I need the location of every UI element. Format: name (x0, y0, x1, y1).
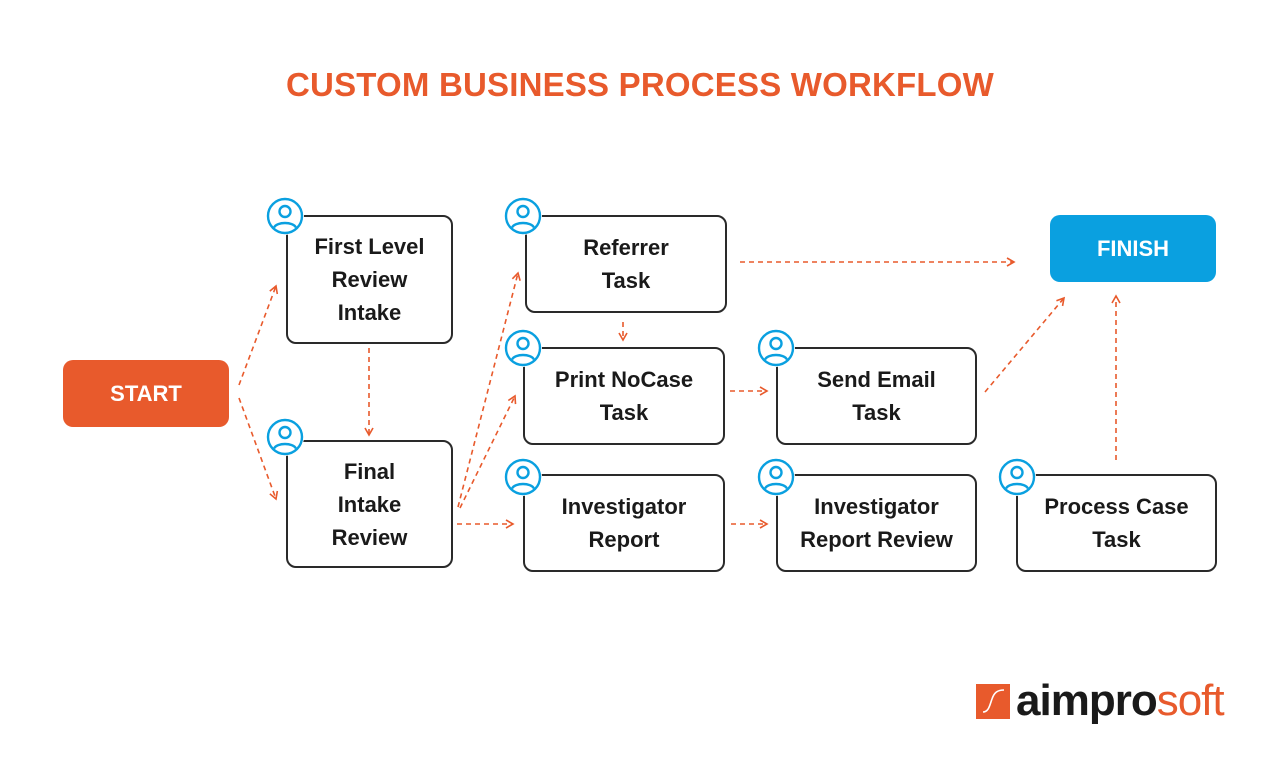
task-label: Final Intake Review (331, 458, 408, 550)
aimprosoft-logo: aimprosoft (976, 676, 1225, 725)
task-label: Send Email Task (817, 367, 936, 425)
task-send-email[interactable]: Send Email Task (776, 347, 977, 445)
user-icon (266, 418, 304, 456)
task-label: Process Case Task (1044, 494, 1189, 552)
logo-text-accent: soft (1156, 676, 1225, 725)
user-icon (504, 458, 542, 496)
aimprosoft-logo-mark-icon (976, 683, 1010, 719)
finish-label: FINISH (1096, 235, 1170, 261)
logo-text-dark: aimpro (1016, 676, 1158, 725)
user-icon (504, 197, 542, 235)
task-label: Referrer Task (583, 235, 669, 293)
user-icon (757, 329, 795, 367)
user-icon (266, 197, 304, 235)
edge-send-email-to-finish (984, 296, 1066, 393)
user-icon (757, 458, 795, 496)
start-label: START (110, 380, 182, 406)
task-investigator-report-review[interactable]: Investigator Report Review (776, 474, 977, 572)
task-investigator-report[interactable]: Investigator Report (523, 474, 725, 572)
edge-start-to-first-level (238, 284, 279, 386)
task-print-nocase[interactable]: Print NoCase Task (523, 347, 725, 445)
task-first-level-review-intake[interactable]: First Level Review Intake (286, 215, 453, 344)
user-icon (504, 329, 542, 367)
start-node[interactable]: START (63, 360, 229, 427)
task-label: First Level Review Intake (314, 234, 425, 325)
task-label: Print NoCase Task (554, 367, 694, 425)
task-label: Investigator Report Review (800, 494, 953, 552)
task-referrer[interactable]: Referrer Task (525, 215, 727, 313)
task-final-intake-review[interactable]: Final Intake Review (286, 440, 453, 568)
task-label: Investigator Report (561, 494, 687, 552)
diagram-title: CUSTOM BUSINESS PROCESS WORKFLOW (286, 66, 994, 103)
finish-node[interactable]: FINISH (1050, 215, 1216, 282)
user-icon (998, 458, 1036, 496)
logo-wordmark: aimprosoft (1016, 676, 1225, 725)
task-process-case[interactable]: Process Case Task (1016, 474, 1217, 572)
